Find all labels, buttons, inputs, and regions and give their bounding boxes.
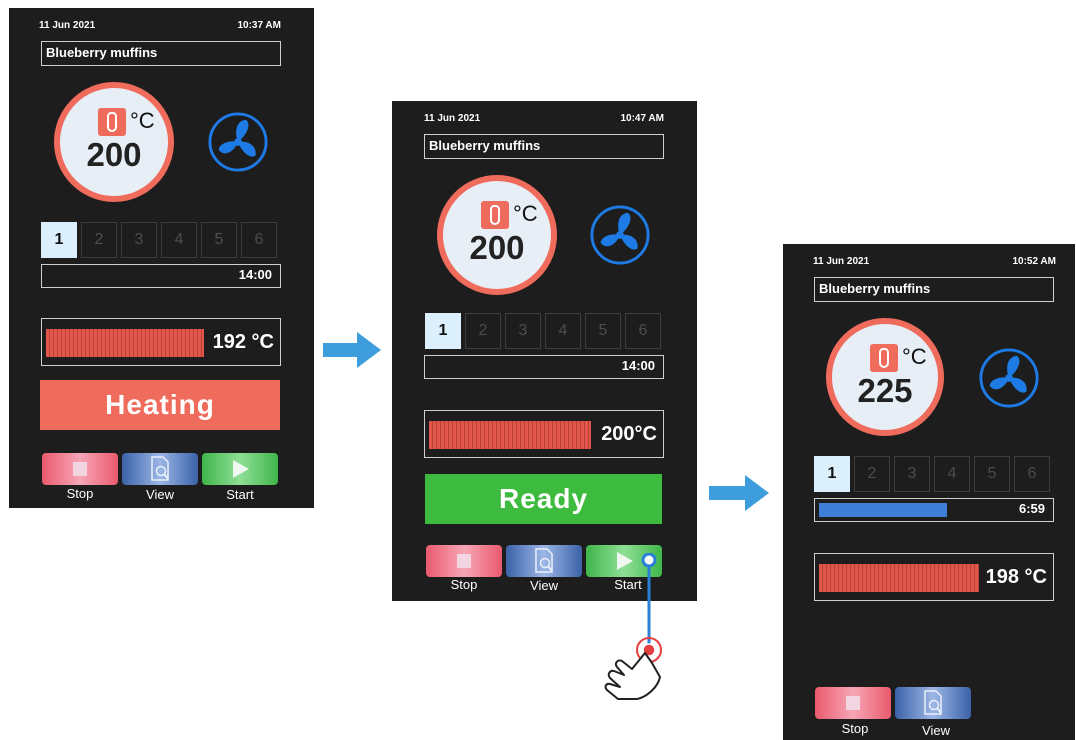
step-3-tab[interactable]: 3: [894, 456, 930, 492]
oven-temperature-gauge: 200°C: [424, 410, 664, 458]
temperature-setpoint-dial[interactable]: °C 200: [437, 175, 557, 295]
date-label: 11 Jun 2021: [813, 256, 870, 267]
oven-screen-ready: 11 Jun 2021 10:47 AM Blueberry muffins °…: [392, 101, 697, 601]
stop-button[interactable]: [42, 453, 118, 485]
view-icon: [535, 548, 553, 573]
step-1-tab[interactable]: 1: [814, 456, 850, 492]
step-timer[interactable]: 14:00: [41, 264, 281, 288]
set-temperature-value: 200: [469, 229, 525, 266]
step-2-tab[interactable]: 2: [81, 222, 117, 258]
fan-icon[interactable]: [207, 111, 269, 173]
temperature-unit: °C: [513, 201, 538, 226]
thermometer-icon: [481, 201, 509, 229]
view-button[interactable]: [506, 545, 582, 577]
stop-button[interactable]: [815, 687, 891, 719]
step-2-tab[interactable]: 2: [465, 313, 501, 349]
recipe-name-field[interactable]: Blueberry muffins: [41, 41, 281, 66]
temperature-setpoint-dial[interactable]: °C 200: [54, 82, 174, 202]
step-4-tab[interactable]: 4: [161, 222, 197, 258]
step-selector: 1 2 3 4 5 6: [41, 222, 277, 258]
temperature-bar: [429, 421, 591, 449]
temperature-bar: [46, 329, 204, 357]
view-icon: [924, 690, 942, 715]
oven-screen-heating: 11 Jun 2021 10:37 AM Blueberry muffins °…: [9, 8, 314, 508]
current-temperature-value: 192 °C: [212, 331, 274, 353]
time-label: 10:52 AM: [1012, 256, 1056, 267]
arrow-right-icon: [323, 332, 381, 368]
set-temperature-value: 225: [857, 372, 913, 409]
status-banner: Heating: [40, 380, 280, 430]
step-selector: 1 2 3 4 5 6: [425, 313, 661, 349]
recipe-name-field[interactable]: Blueberry muffins: [814, 277, 1054, 302]
start-label: Start: [226, 487, 254, 502]
arrow-right-icon: [709, 475, 769, 511]
date-label: 11 Jun 2021: [424, 113, 481, 124]
step-6-tab[interactable]: 6: [625, 313, 661, 349]
stop-button[interactable]: [426, 545, 502, 577]
temperature-unit: °C: [902, 344, 927, 369]
stop-icon: [73, 462, 87, 476]
time-label: 10:37 AM: [237, 20, 281, 31]
oven-temperature-gauge: 198 °C: [814, 553, 1054, 601]
oven-screen-running: 11 Jun 2021 10:52 AM Blueberry muffins °…: [783, 244, 1075, 740]
step-6-tab[interactable]: 6: [1014, 456, 1050, 492]
step-6-tab[interactable]: 6: [241, 222, 277, 258]
stop-icon: [846, 696, 860, 710]
step-3-tab[interactable]: 3: [505, 313, 541, 349]
hand-pointer-icon: [604, 553, 662, 700]
stop-label: Stop: [450, 577, 478, 592]
date-label: 11 Jun 2021: [39, 20, 96, 31]
thermometer-icon: [98, 108, 126, 136]
start-button[interactable]: [202, 453, 278, 485]
step-4-tab[interactable]: 4: [934, 456, 970, 492]
step-5-tab[interactable]: 5: [585, 313, 621, 349]
fan-icon[interactable]: [978, 347, 1040, 409]
step-5-tab[interactable]: 5: [974, 456, 1010, 492]
view-label: View: [922, 723, 950, 738]
fan-icon[interactable]: [589, 204, 651, 266]
view-icon: [151, 456, 169, 481]
view-label: View: [530, 578, 558, 593]
step-2-tab[interactable]: 2: [854, 456, 890, 492]
view-button[interactable]: [895, 687, 971, 719]
step-timer[interactable]: 14:00: [424, 355, 664, 379]
time-label: 10:47 AM: [620, 113, 664, 124]
stop-label: Stop: [66, 486, 94, 501]
thermometer-icon: [870, 344, 898, 372]
step-1-tab[interactable]: 1: [41, 222, 77, 258]
recipe-name-field[interactable]: Blueberry muffins: [424, 134, 664, 159]
temperature-unit: °C: [130, 108, 155, 133]
step-5-tab[interactable]: 5: [201, 222, 237, 258]
stop-icon: [457, 554, 471, 568]
set-temperature-value: 200: [86, 136, 142, 173]
view-button[interactable]: [122, 453, 198, 485]
temperature-setpoint-dial[interactable]: °C 225: [826, 318, 944, 436]
current-temperature-value: 200°C: [601, 423, 657, 445]
step-selector: 1 2 3 4 5 6: [814, 456, 1050, 492]
current-temperature-value: 198 °C: [985, 566, 1047, 588]
step-progress-bar: [819, 503, 947, 517]
view-label: View: [146, 487, 174, 502]
step-timer[interactable]: 6:59: [814, 498, 1054, 522]
step-3-tab[interactable]: 3: [121, 222, 157, 258]
timer-remaining: 6:59: [1018, 501, 1045, 516]
play-icon: [233, 460, 249, 478]
status-banner: Ready: [425, 474, 662, 524]
step-4-tab[interactable]: 4: [545, 313, 581, 349]
stop-label: Stop: [841, 721, 869, 736]
oven-temperature-gauge: 192 °C: [41, 318, 281, 366]
step-1-tab[interactable]: 1: [425, 313, 461, 349]
temperature-bar: [819, 564, 979, 592]
